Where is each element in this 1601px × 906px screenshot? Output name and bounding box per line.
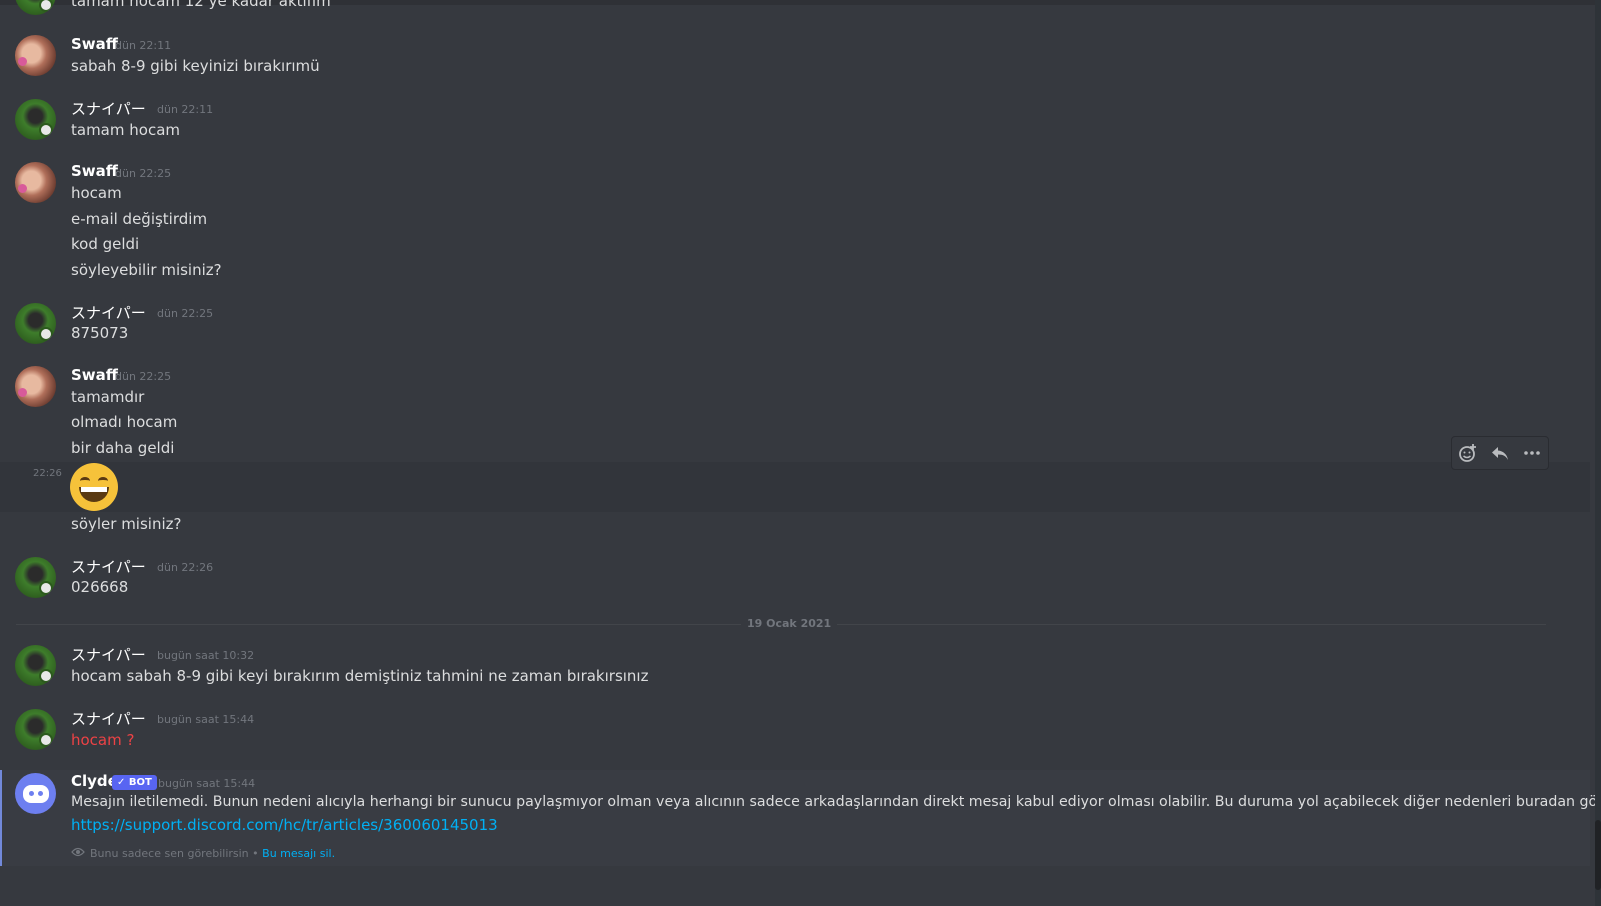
message-text: bir daha geldi — [71, 439, 175, 457]
timestamp: dün 22:11 — [157, 103, 214, 116]
add-reaction-icon[interactable] — [1455, 440, 1481, 466]
avatar[interactable] — [15, 557, 56, 598]
clyde-bot-icon — [22, 784, 49, 803]
separator: • — [252, 847, 259, 860]
avatar[interactable] — [15, 0, 56, 15]
avatar[interactable] — [15, 366, 56, 407]
more-icon[interactable] — [1519, 440, 1545, 466]
support-article-link[interactable]: https://support.discord.com/hc/tr/articl… — [71, 816, 498, 834]
delete-message-link[interactable]: Bu mesajı sil. — [262, 847, 335, 860]
reply-icon[interactable] — [1487, 440, 1513, 466]
avatar[interactable] — [15, 162, 56, 203]
bot-tag: ✓ BOT — [112, 775, 157, 790]
timestamp: dün 22:25 — [115, 167, 172, 180]
username[interactable]: Swaff — [71, 35, 118, 53]
failed-message-text: hocam ? — [71, 731, 135, 749]
clyde-avatar[interactable] — [15, 773, 56, 814]
message-text: e-mail değiştirdim — [71, 210, 208, 228]
username[interactable]: スナイパー — [71, 302, 146, 323]
username[interactable]: Swaff — [71, 162, 118, 180]
message-text: olmadı hocam — [71, 413, 178, 431]
username[interactable]: スナイパー — [71, 98, 146, 119]
timestamp: dün 22:26 — [157, 561, 214, 574]
message-toolbar — [1451, 436, 1549, 470]
timestamp: dün 22:25 — [157, 307, 214, 320]
eye-icon — [71, 847, 85, 860]
username[interactable]: スナイパー — [71, 644, 146, 665]
message-text: söyler misiniz? — [71, 515, 182, 533]
avatar[interactable] — [15, 99, 56, 140]
timestamp: dün 22:25 — [115, 370, 172, 383]
message-text: sabah 8-9 gibi keyinizi bırakırımü — [71, 57, 320, 75]
ephemeral-notice: Bunu sadece sen görebilirsin • Bu mesajı… — [71, 847, 335, 860]
timestamp: bugün saat 15:44 — [157, 713, 255, 726]
hover-timestamp: 22:26 — [33, 468, 62, 479]
clyde-message-text: Mesajın iletilemedi. Bunun nedeni alıcıy… — [71, 794, 1601, 810]
message-text: söyleyebilir misiniz? — [71, 261, 222, 279]
username[interactable]: Clyde — [71, 772, 118, 790]
message-text: hocam sabah 8-9 gibi keyi bırakırım demi… — [71, 667, 649, 685]
hovered-message-row[interactable] — [0, 462, 1590, 512]
message-text: tamam hocam — [71, 121, 180, 139]
avatar[interactable] — [15, 35, 56, 76]
ephemeral-note: Bunu sadece sen görebilirsin — [90, 847, 249, 860]
message-text: kod geldi — [71, 235, 140, 253]
grinning-face-emoji — [70, 463, 118, 511]
scrollbar-thumb[interactable] — [1595, 820, 1601, 890]
date-divider-label: 19 Ocak 2021 — [741, 617, 838, 630]
message-text: hocam — [71, 184, 122, 202]
username[interactable]: Swaff — [71, 366, 118, 384]
avatar[interactable] — [15, 645, 56, 686]
message-text: 026668 — [71, 578, 129, 596]
timestamp: bugün saat 15:44 — [158, 777, 256, 790]
message-text: 875073 — [71, 324, 129, 342]
avatar[interactable] — [15, 303, 56, 344]
message-text: tamam hocam 12 ye kadar aktifim — [71, 0, 331, 10]
username[interactable]: スナイパー — [71, 708, 146, 729]
scrollbar-track[interactable] — [1595, 0, 1601, 906]
timestamp: bugün saat 10:32 — [157, 649, 255, 662]
username[interactable]: スナイパー — [71, 556, 146, 577]
avatar[interactable] — [15, 709, 56, 750]
timestamp: dün 22:11 — [115, 39, 172, 52]
message-text: tamamdır — [71, 388, 145, 406]
